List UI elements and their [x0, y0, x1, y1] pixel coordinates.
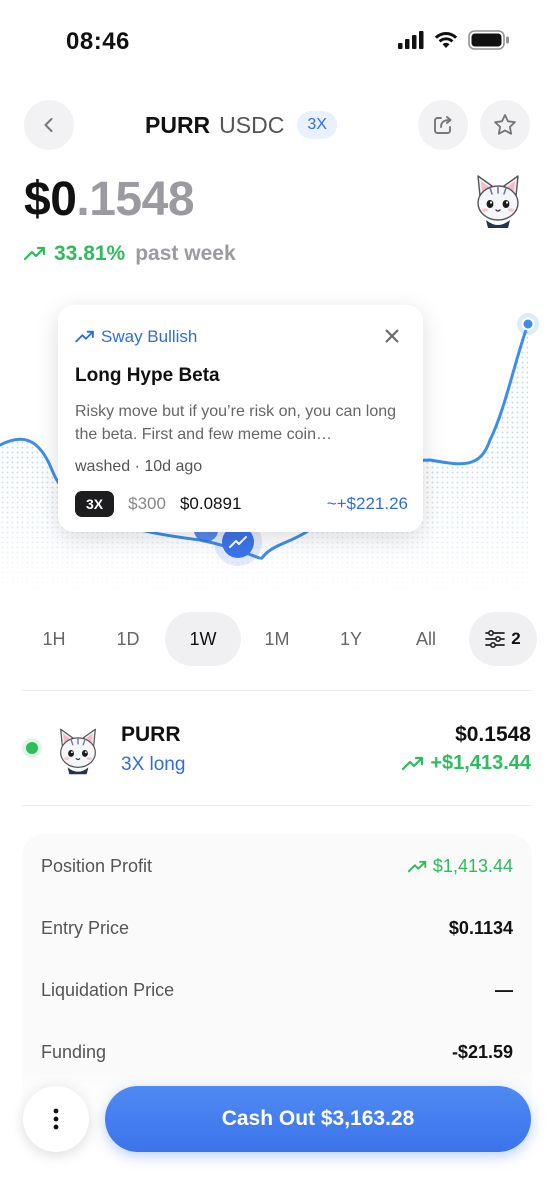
sliders-icon — [485, 630, 506, 648]
cat-avatar-icon — [60, 728, 96, 775]
signal-leverage-badge: 3X — [75, 491, 115, 517]
star-icon — [494, 114, 516, 135]
detail-value: — — [495, 980, 513, 1000]
status-dot — [26, 742, 38, 754]
close-icon — [385, 329, 399, 343]
cash-out-button[interactable]: Cash Out $3,163.28 — [105, 1086, 531, 1152]
signal-icon — [398, 31, 424, 49]
share-button[interactable] — [418, 100, 468, 150]
price-main: $0 — [24, 173, 77, 226]
battery-icon — [468, 30, 509, 50]
signal-meta: washed · 10d ago — [75, 458, 203, 475]
tab-1m[interactable]: 1M — [239, 612, 315, 666]
detail-label: Liquidation Price — [41, 980, 175, 1000]
position-type: 3X long — [121, 754, 186, 775]
signal-amount: $300 — [128, 494, 166, 513]
detail-value: $0.1134 — [448, 918, 513, 938]
tab-1d[interactable]: 1D — [90, 612, 166, 666]
close-button[interactable] — [381, 325, 403, 347]
chevron-left-icon — [44, 118, 53, 132]
price-change: 33.81% past week — [24, 242, 236, 266]
position-pnl-value: +$1,413.44 — [430, 752, 531, 774]
signal-popup[interactable]: Sway Bullish Long Hype Beta Risky move b… — [58, 305, 423, 532]
divider — [22, 690, 532, 691]
wifi-icon — [434, 32, 458, 48]
signal-trade-row: 3X $300 $0.0891 ~+$221.26 — [75, 491, 408, 517]
leverage-badge: 3X — [297, 111, 337, 139]
more-vertical-icon — [53, 1108, 59, 1130]
position-name: PURR — [121, 723, 181, 746]
signal-tag: Sway Bullish — [75, 327, 197, 347]
header: PURR USDC 3X — [0, 100, 554, 150]
pair-title: PURR USDC 3X — [145, 110, 337, 140]
signal-pnl: ~+$221.26 — [326, 494, 408, 513]
detail-row: Liquidation Price — — [41, 980, 513, 1001]
current-price: $0.1548 — [24, 172, 195, 227]
share-icon — [434, 116, 452, 134]
trend-up-icon — [402, 756, 424, 770]
signal-body: Risky move but if you’re risk on, you ca… — [75, 403, 397, 443]
price-fraction: .1548 — [76, 173, 195, 226]
trend-up-icon — [75, 330, 94, 343]
tab-1w[interactable]: 1W — [165, 612, 241, 666]
position-price: $0.1548 — [455, 723, 531, 746]
detail-value: -$21.59 — [451, 1042, 513, 1062]
divider — [22, 805, 532, 806]
detail-label: Entry Price — [41, 918, 130, 938]
signal-tag-label: Sway Bullish — [101, 327, 198, 346]
more-button[interactable] — [23, 1086, 89, 1152]
favorite-button[interactable] — [480, 100, 530, 150]
detail-row: Entry Price $0.1134 — [41, 918, 513, 939]
position-pnl: +$1,413.44 — [402, 752, 531, 775]
status-time: 08:46 — [66, 28, 130, 55]
detail-value-text: $1,413.44 — [432, 856, 513, 876]
filter-button[interactable]: 2 — [469, 612, 537, 666]
change-percent: 33.81% — [54, 242, 126, 265]
tab-1h[interactable]: 1H — [16, 612, 92, 666]
trend-up-icon — [24, 246, 46, 261]
filter-count: 2 — [511, 629, 521, 648]
cat-avatar-icon — [477, 175, 519, 228]
detail-label: Funding — [41, 1042, 107, 1062]
detail-value: $1,413.44 — [407, 856, 513, 877]
detail-row: Funding -$21.59 — [41, 1042, 513, 1063]
signal-entry: $0.0891 — [179, 494, 242, 513]
change-period: past week — [135, 242, 236, 265]
pair-quote: USDC — [219, 111, 285, 138]
detail-row: Position Profit $1,413.44 — [41, 856, 513, 877]
trend-up-icon — [407, 860, 427, 872]
tab-1y[interactable]: 1Y — [313, 612, 389, 666]
tab-all[interactable]: All — [388, 612, 464, 666]
pair-base: PURR — [145, 111, 211, 138]
signal-title: Long Hype Beta — [75, 365, 220, 386]
status-bar: 08:46 — [0, 0, 554, 80]
detail-label: Position Profit — [41, 856, 153, 876]
timeframe-tabs: 1H 1D 1W 1M 1Y All 2 — [16, 612, 540, 666]
back-button[interactable] — [24, 100, 74, 150]
status-icons — [398, 30, 510, 50]
